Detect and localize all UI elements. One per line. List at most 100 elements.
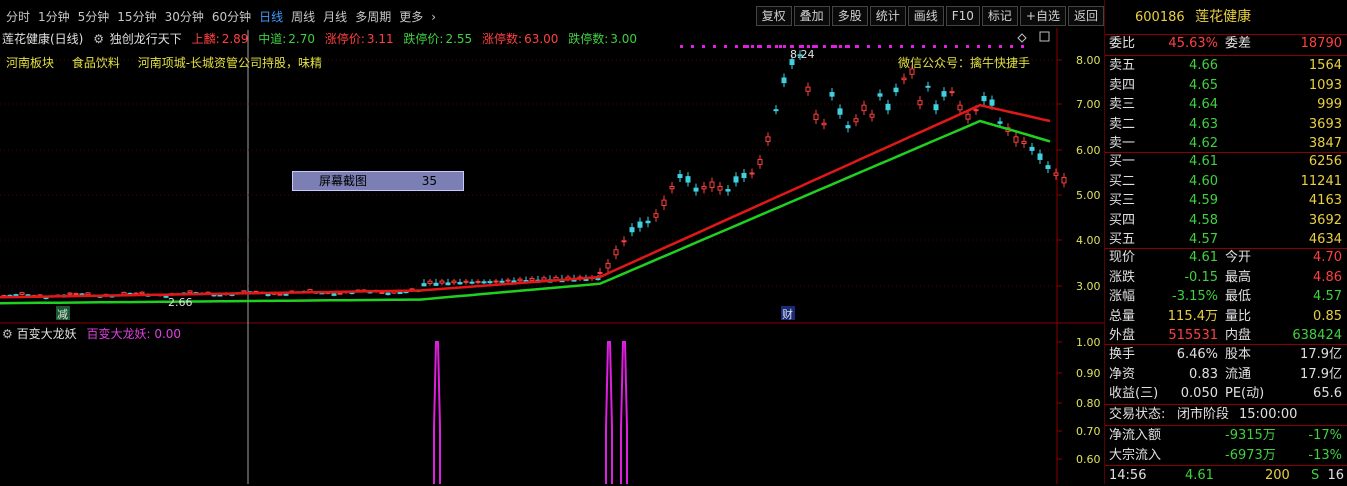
- tool-button-4[interactable]: 画线: [907, 6, 944, 26]
- tool-button-3[interactable]: 统计: [869, 6, 906, 26]
- candle: [475, 280, 481, 283]
- period-tab-9[interactable]: 多周期: [351, 8, 395, 26]
- period-tab-5[interactable]: 60分钟: [208, 8, 255, 26]
- signal-dot: [839, 45, 842, 48]
- stat-row: 外盘 515531 内盘 638424: [1105, 326, 1347, 346]
- ask-price: 4.65: [1189, 77, 1218, 93]
- signal-dot: [680, 45, 683, 48]
- flow-amount: -9315万: [1225, 428, 1276, 443]
- period-tab-7[interactable]: 周线: [287, 8, 319, 26]
- candle: [837, 108, 843, 115]
- period-tab-1[interactable]: 1分钟: [34, 8, 74, 26]
- bid-row: 买五 4.57 4634: [1105, 230, 1347, 250]
- candle: [629, 227, 635, 233]
- tool-button-8[interactable]: 返回: [1067, 6, 1104, 26]
- trade-time: 15:00:00: [1239, 407, 1298, 422]
- stat2-label: 股本: [1225, 347, 1252, 362]
- tick-side: S: [1311, 468, 1320, 483]
- period-tab-4[interactable]: 30分钟: [161, 8, 208, 26]
- candle: [1021, 140, 1027, 145]
- bid-price: 4.61: [1189, 154, 1218, 169]
- sector-tag-0[interactable]: 河南板块: [6, 56, 54, 70]
- chart-title-line: 莲花健康(日线) ⚙ 独创龙行天下 上麟: 2.89 中道: 2.70 涨停价: 3.…: [2, 30, 643, 47]
- indicator-gear-icon[interactable]: ⚙: [93, 32, 104, 46]
- price-tick-label: 5.00: [1076, 189, 1101, 202]
- ask-row: 卖三 4.64 999: [1105, 95, 1347, 115]
- signal-dot: [988, 45, 991, 48]
- stat2-row: 收益(三) 0.050 PE(动) 65.6: [1105, 384, 1347, 404]
- stat-value: 638424: [1292, 328, 1342, 343]
- ask-volume: 1093: [1308, 77, 1342, 93]
- candle: [187, 290, 193, 294]
- ask-label: 卖一: [1109, 136, 1136, 151]
- candle: [463, 280, 469, 283]
- signal-dot: [944, 45, 947, 48]
- candle: [981, 96, 987, 102]
- candle: [1053, 172, 1059, 176]
- candle: [813, 113, 819, 120]
- bid-volume: 11241: [1300, 173, 1342, 189]
- candle: [621, 240, 627, 243]
- sub-indicator-name[interactable]: 百变大龙妖: [17, 327, 77, 341]
- candle: [451, 280, 457, 284]
- price-tick-label: 6.00: [1076, 144, 1101, 157]
- ask-volume: 999: [1317, 97, 1342, 112]
- bid-volume: 4634: [1308, 232, 1342, 247]
- bid-row: 买二 4.60 11241: [1105, 172, 1347, 192]
- fin-tag[interactable]: 财: [782, 307, 793, 321]
- candle: [541, 277, 547, 281]
- weibi-value: 45.63%: [1168, 36, 1218, 51]
- weibi-row: 委比 45.63% 委差 18790: [1105, 34, 1347, 54]
- candle: [757, 158, 763, 165]
- period-tab-3[interactable]: 15分钟: [113, 8, 160, 26]
- tool-button-2[interactable]: 多股: [831, 6, 868, 26]
- stat-label: 现价: [1109, 250, 1136, 265]
- period-tab-10[interactable]: 更多: [395, 8, 427, 26]
- signal-dot: [922, 45, 925, 48]
- signal-dot: [767, 45, 770, 48]
- limit-up-price-label: 涨停价:: [324, 32, 365, 46]
- signal-dot: [759, 45, 762, 48]
- candle: [439, 280, 445, 284]
- sub-tick-label: 0.90: [1076, 367, 1101, 380]
- stat-label: 今开: [1225, 250, 1252, 265]
- sub-gear-icon[interactable]: ⚙: [2, 327, 13, 341]
- reduce-tag[interactable]: 减: [57, 308, 68, 321]
- candle: [517, 278, 523, 282]
- candle: [445, 282, 451, 286]
- candle: [85, 292, 91, 296]
- stat-value: 4.57: [1313, 289, 1342, 304]
- indicator-name[interactable]: 独创龙行天下: [110, 32, 182, 46]
- quote-header: 600186 莲花健康: [1105, 0, 1347, 35]
- tool-button-0[interactable]: 复权: [755, 6, 792, 26]
- more-chevron-icon[interactable]: ›: [427, 8, 440, 26]
- period-tab-2[interactable]: 5分钟: [74, 8, 114, 26]
- period-tab-0[interactable]: 分时: [2, 8, 34, 26]
- kline-chart[interactable]: 8.00 7.00 6.00 5.00 4.00 3.00 1.00 0.90 0.80 0.7…: [0, 28, 1104, 484]
- tool-button-5[interactable]: F10: [945, 6, 980, 26]
- stat2-value: 17.9亿: [1300, 347, 1342, 362]
- tick-volume: 200: [1265, 468, 1290, 483]
- tick-time: 14:56: [1109, 468, 1147, 483]
- period-tab-8[interactable]: 月线: [319, 8, 351, 26]
- tool-button-1[interactable]: 叠加: [793, 6, 830, 26]
- tool-button-7[interactable]: +自选: [1019, 6, 1066, 26]
- bid-label: 买三: [1109, 193, 1136, 208]
- stat-label: 外盘: [1109, 328, 1136, 343]
- period-tab-6[interactable]: 日线: [255, 8, 287, 26]
- candle: [277, 293, 283, 296]
- stat-label: 最低: [1225, 289, 1252, 304]
- candle: [1045, 165, 1051, 169]
- price-tick-label: 7.00: [1076, 98, 1101, 111]
- candle: [669, 186, 675, 190]
- signal-dot: [933, 45, 936, 48]
- sub-tick-label: 0.80: [1076, 397, 1101, 410]
- stat-value: 515531: [1168, 328, 1218, 343]
- candle: [893, 87, 899, 93]
- candle: [331, 293, 337, 296]
- bid-price: 4.60: [1189, 173, 1218, 189]
- candle: [427, 280, 433, 284]
- sector-tag-1[interactable]: 食品饮料: [72, 56, 120, 70]
- sector-tag-2[interactable]: 河南项城-长城资管公司持股，味精: [138, 56, 322, 70]
- tool-button-6[interactable]: 标记: [981, 6, 1018, 26]
